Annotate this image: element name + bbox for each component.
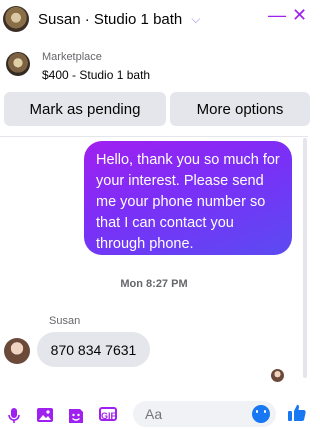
listing-category: Marketplace: [42, 51, 102, 63]
gif-icon[interactable]: GIF: [99, 407, 117, 421]
scrollbar[interactable]: [303, 138, 307, 378]
sender-name: Susan: [49, 315, 81, 327]
outgoing-message: Hello, thank you so much for your intere…: [84, 141, 292, 255]
like-icon[interactable]: [287, 403, 307, 423]
microphone-icon[interactable]: [7, 407, 21, 425]
chat-title[interactable]: Susan · Studio 1 bath: [38, 11, 182, 28]
close-icon[interactable]: ✕: [292, 6, 307, 24]
message-thread: Hello, thank you so much for your intere…: [0, 137, 308, 399]
marketplace-listing[interactable]: Marketplace $400 - Studio 1 bath: [0, 38, 308, 90]
action-buttons: Mark as pending More options: [0, 90, 310, 137]
chat-header: Susan · Studio 1 bath ⌵ — ✕: [0, 0, 308, 39]
minimize-icon[interactable]: —: [268, 6, 286, 24]
seen-indicator-avatar: [271, 369, 284, 382]
message-input[interactable]: [145, 404, 245, 424]
mark-as-pending-button[interactable]: Mark as pending: [4, 92, 166, 126]
listing-title: $400 - Studio 1 bath: [42, 68, 151, 82]
incoming-message: 870 834 7631: [37, 332, 150, 367]
message-input-wrapper: [133, 401, 276, 427]
emoji-icon[interactable]: [252, 405, 270, 423]
message-timestamp: Mon 8:27 PM: [120, 278, 188, 290]
chevron-down-icon[interactable]: ⌵: [191, 12, 200, 27]
sender-avatar[interactable]: [4, 338, 30, 364]
image-icon[interactable]: [36, 407, 54, 423]
sticker-icon[interactable]: [67, 407, 85, 425]
listing-thumbnail: [6, 52, 30, 76]
more-options-button[interactable]: More options: [170, 92, 310, 126]
message-composer: GIF: [0, 399, 308, 429]
contact-avatar[interactable]: [3, 6, 29, 32]
